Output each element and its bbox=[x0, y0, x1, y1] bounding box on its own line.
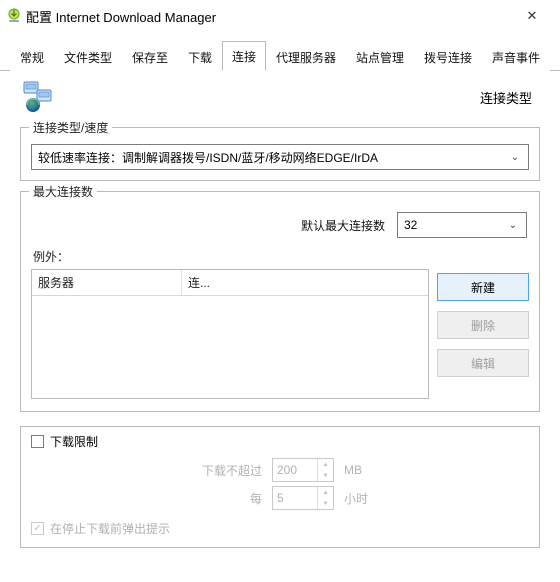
tab-filetype[interactable]: 文件类型 bbox=[54, 42, 122, 71]
combo-connection-type[interactable]: 较低速率连接：调制解调器拨号/ISDN/蓝牙/移动网络EDGE/IrDA ⌄ bbox=[31, 144, 529, 170]
label-unit-hour: 小时 bbox=[344, 490, 376, 507]
combo-default-max-value: 32 bbox=[404, 218, 506, 232]
group-max-connections: 最大连接数 默认最大连接数 32 ⌄ 例外： 服务器 连... 新建 删除 编辑 bbox=[20, 191, 540, 412]
chevron-down-icon: ⌄ bbox=[508, 152, 522, 163]
tab-site[interactable]: 站点管理 bbox=[346, 42, 414, 71]
section-heading: 连接类型 bbox=[480, 88, 532, 107]
label-default-max: 默认最大连接数 bbox=[301, 217, 385, 234]
spin-limit-amount-value: 200 bbox=[277, 463, 297, 477]
exceptions-table[interactable]: 服务器 连... bbox=[31, 269, 429, 399]
tab-general[interactable]: 常规 bbox=[10, 42, 54, 71]
col-connections[interactable]: 连... bbox=[182, 270, 428, 295]
spin-buttons-icon: ▲▼ bbox=[317, 487, 333, 509]
tab-sound[interactable]: 声音事件 bbox=[482, 42, 550, 71]
combo-connection-type-value: 较低速率连接：调制解调器拨号/ISDN/蓝牙/移动网络EDGE/IrDA bbox=[38, 149, 508, 166]
delete-button[interactable]: 删除 bbox=[437, 311, 529, 339]
chevron-down-icon: ⌄ bbox=[506, 220, 520, 231]
label-limit-per: 每 bbox=[184, 490, 262, 507]
connection-icon bbox=[22, 81, 58, 113]
label-exceptions: 例外： bbox=[31, 248, 529, 267]
combo-default-max[interactable]: 32 ⌄ bbox=[397, 212, 527, 238]
close-button[interactable]: ✕ bbox=[512, 8, 552, 24]
label-unit-mb: MB bbox=[344, 463, 376, 477]
spin-buttons-icon: ▲▼ bbox=[317, 459, 333, 481]
group-download-limit: 下载限制 下载不超过 200 ▲▼ MB 每 5 ▲▼ 小时 ✓ 在停止下载前弹… bbox=[20, 426, 540, 548]
tab-connection[interactable]: 连接 bbox=[222, 41, 266, 71]
spin-limit-amount[interactable]: 200 ▲▼ bbox=[272, 458, 334, 482]
tab-proxy[interactable]: 代理服务器 bbox=[266, 42, 346, 71]
tab-saveto[interactable]: 保存至 bbox=[122, 42, 178, 71]
spin-limit-hours-value: 5 bbox=[277, 491, 284, 505]
label-limit-amount: 下载不超过 bbox=[184, 462, 262, 479]
edit-button[interactable]: 编辑 bbox=[437, 349, 529, 377]
exceptions-body bbox=[32, 296, 428, 398]
spin-limit-hours[interactable]: 5 ▲▼ bbox=[272, 486, 334, 510]
col-server[interactable]: 服务器 bbox=[32, 270, 182, 295]
group-connection-type: 连接类型/速度 较低速率连接：调制解调器拨号/ISDN/蓝牙/移动网络EDGE/… bbox=[20, 127, 540, 181]
checkbox-download-limit[interactable] bbox=[31, 435, 44, 448]
label-prompt-before-stop: 在停止下载前弹出提示 bbox=[50, 520, 170, 537]
legend-max-connections: 最大连接数 bbox=[29, 183, 97, 200]
new-button[interactable]: 新建 bbox=[437, 273, 529, 301]
label-download-limit: 下载限制 bbox=[50, 433, 98, 450]
legend-connection-type: 连接类型/速度 bbox=[29, 119, 112, 136]
tab-dialup[interactable]: 拨号连接 bbox=[414, 42, 482, 71]
tab-download[interactable]: 下载 bbox=[178, 42, 222, 71]
app-icon bbox=[6, 8, 22, 24]
checkbox-prompt-before-stop[interactable]: ✓ bbox=[31, 522, 44, 535]
window-title: 配置 Internet Download Manager bbox=[26, 7, 512, 26]
tab-bar: 常规 文件类型 保存至 下载 连接 代理服务器 站点管理 拨号连接 声音事件 bbox=[0, 40, 560, 71]
